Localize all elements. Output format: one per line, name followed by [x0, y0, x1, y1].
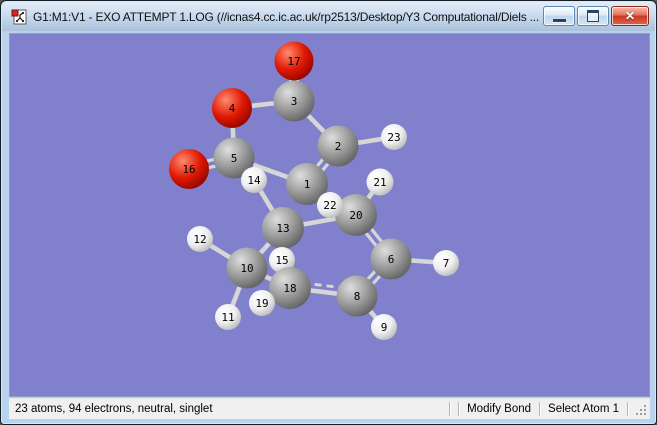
status-select-atom: Select Atom 1: [548, 403, 619, 415]
atom-label-16: 16: [182, 163, 195, 176]
atom-label-23: 23: [387, 131, 400, 144]
status-bar: 23 atoms, 94 electrons, neutral, singlet…: [9, 398, 650, 419]
minimize-button[interactable]: [543, 6, 575, 26]
atom-label-3: 3: [291, 95, 298, 108]
atom-label-10: 10: [240, 262, 253, 275]
atom-label-17: 17: [287, 55, 300, 68]
atom-label-18: 18: [283, 282, 296, 295]
atom-label-9: 9: [381, 321, 388, 334]
atom-label-22: 22: [323, 199, 336, 212]
atom-label-2: 2: [335, 140, 342, 153]
close-icon: ✕: [624, 9, 636, 23]
atom-label-12: 12: [193, 233, 206, 246]
app-icon: [11, 9, 27, 24]
maximize-button[interactable]: [577, 6, 609, 26]
maximize-icon: [587, 10, 599, 22]
minimize-icon: [552, 19, 566, 22]
atom-label-5: 5: [231, 152, 238, 165]
status-empty-section: [450, 399, 458, 419]
molecule-viewport[interactable]: 17 3 4 2 23 21 16 5 1 20 22 14 12 13 15 7 6 10 18 19 8 9 11: [9, 33, 650, 397]
atom-label-20: 20: [349, 209, 362, 222]
atom-label-21: 21: [373, 176, 386, 189]
atom-label-8: 8: [354, 290, 361, 303]
atom-label-13: 13: [276, 222, 289, 235]
title-bar[interactable]: G1:M1:V1 - EXO ATTEMPT 1.LOG (//icnas4.c…: [2, 2, 655, 31]
window-controls: ✕: [543, 6, 649, 26]
status-molecule-info: 23 atoms, 94 electrons, neutral, singlet: [15, 403, 213, 415]
window-title: G1:M1:V1 - EXO ATTEMPT 1.LOG (//icnas4.c…: [33, 9, 540, 24]
atom-label-1: 1: [304, 178, 311, 191]
status-modify-bond: Modify Bond: [467, 403, 532, 415]
atom-label-14: 14: [247, 174, 261, 187]
molecule-svg[interactable]: 17 3 4 2 23 21 16 5 1 20 22 14 12 13 15 7 6 10 18 19 8 9 11: [10, 34, 649, 396]
atom-label-11: 11: [221, 311, 234, 324]
gaussview-window: G1:M1:V1 - EXO ATTEMPT 1.LOG (//icnas4.c…: [0, 0, 657, 425]
atom-label-15: 15: [275, 254, 288, 267]
atom-label-6: 6: [388, 253, 395, 266]
close-button[interactable]: ✕: [611, 6, 649, 26]
atom-label-19: 19: [255, 297, 268, 310]
atom-label-4: 4: [229, 102, 236, 115]
status-grip-zone: [628, 399, 650, 419]
resize-grip[interactable]: [636, 413, 638, 415]
atom-label-7: 7: [443, 257, 450, 270]
